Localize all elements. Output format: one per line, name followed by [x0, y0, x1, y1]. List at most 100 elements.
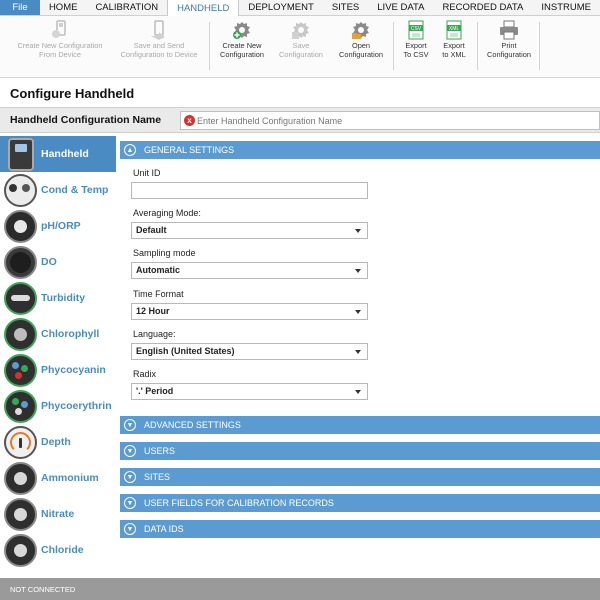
- create-new-config-button[interactable]: Create New Configuration: [214, 20, 270, 59]
- dropdown-arrow-icon: [355, 350, 361, 354]
- language-select[interactable]: English (United States): [131, 343, 368, 360]
- config-name-field: x: [180, 111, 600, 130]
- sidebar-item-ph-orp[interactable]: pH/ORP: [0, 208, 116, 244]
- chlorophyll-sensor-icon: [4, 318, 37, 351]
- time-format-select[interactable]: 12 Hour: [131, 303, 368, 320]
- averaging-mode-value: Default: [136, 225, 167, 235]
- unit-id-input[interactable]: [131, 182, 368, 199]
- sidebar-item-cond-temp[interactable]: Cond & Temp: [0, 172, 116, 208]
- nitrate-sensor-icon: [4, 498, 37, 531]
- phycocyanin-sensor-icon: [4, 354, 37, 387]
- sidebar-item-do[interactable]: DO: [0, 244, 116, 280]
- user-fields-title: USER FIELDS FOR CALIBRATION RECORDS: [144, 498, 334, 508]
- ribbon-separator: [539, 22, 540, 70]
- create-from-device-label: Create New Configuration From Device: [17, 41, 103, 59]
- radix-label: Radix: [133, 369, 157, 379]
- general-settings-title: GENERAL SETTINGS: [144, 145, 235, 155]
- sidebar-item-ammonium[interactable]: Ammonium: [0, 460, 116, 496]
- sites-header[interactable]: ▼ SITES: [120, 468, 600, 486]
- print-config-button[interactable]: Print Configuration: [482, 20, 536, 59]
- users-header[interactable]: ▼ USERS: [120, 442, 600, 460]
- averaging-mode-select[interactable]: Default: [131, 222, 368, 239]
- data-ids-header[interactable]: ▼ DATA IDS: [120, 520, 600, 538]
- menu-recorded-data[interactable]: RECORDED DATA: [433, 0, 532, 15]
- sensor-sidebar: Handheld Cond & Temp pH/ORP DO Turbidity…: [0, 136, 116, 576]
- menu-handheld[interactable]: HANDHELD: [167, 0, 240, 17]
- sampling-mode-label: Sampling mode: [133, 248, 196, 258]
- chevron-down-icon: ▼: [124, 471, 136, 483]
- chevron-up-icon: ▲: [124, 144, 136, 156]
- sidebar-item-label: DO: [41, 256, 57, 268]
- sidebar-item-label: Cond & Temp: [41, 184, 109, 196]
- chevron-down-icon: ▼: [124, 497, 136, 509]
- sidebar-item-depth[interactable]: Depth: [0, 424, 116, 460]
- config-name-label: Handheld Configuration Name: [10, 114, 162, 126]
- averaging-mode-label: Averaging Mode:: [133, 208, 201, 218]
- sampling-mode-select[interactable]: Automatic: [131, 262, 368, 279]
- export-xml-button[interactable]: XML Export to XML: [436, 20, 472, 59]
- general-settings-header[interactable]: ▲ GENERAL SETTINGS: [120, 141, 600, 159]
- open-config-label: Open Configuration: [339, 41, 383, 59]
- sidebar-item-chloride[interactable]: Chloride: [0, 532, 116, 568]
- sampling-mode-value: Automatic: [136, 265, 181, 275]
- radix-select[interactable]: '.' Period: [131, 383, 368, 400]
- user-fields-header[interactable]: ▼ USER FIELDS FOR CALIBRATION RECORDS: [120, 494, 600, 512]
- sidebar-item-turbidity[interactable]: Turbidity: [0, 280, 116, 316]
- create-from-device-icon: [52, 20, 66, 38]
- save-config-button[interactable]: Save Configuration: [274, 20, 328, 59]
- create-from-device-button[interactable]: Create New Configuration From Device: [8, 20, 112, 59]
- sidebar-item-label: Phycocyanin: [41, 364, 106, 376]
- save-config-icon: [292, 22, 309, 39]
- ammonium-sensor-icon: [4, 462, 37, 495]
- config-name-bar: Handheld Configuration Name x: [0, 107, 600, 133]
- printer-icon: [500, 20, 518, 40]
- data-ids-title: DATA IDS: [144, 524, 184, 534]
- sidebar-item-handheld[interactable]: Handheld: [0, 136, 116, 172]
- menu-calibration[interactable]: CALIBRATION: [86, 0, 167, 15]
- chevron-down-icon: ▼: [124, 445, 136, 457]
- menu-file[interactable]: File: [0, 0, 40, 15]
- sidebar-item-phycoerythrin[interactable]: Phycoerythrin: [0, 388, 116, 424]
- menu-live-data[interactable]: LIVE DATA: [368, 0, 433, 15]
- save-send-label: Save and Send Configuration to Device: [120, 41, 198, 59]
- depth-sensor-icon: [4, 426, 37, 459]
- ribbon-separator: [209, 22, 210, 70]
- export-csv-label: Export To CSV: [403, 41, 429, 59]
- sites-title: SITES: [144, 472, 171, 482]
- save-config-label: Save Configuration: [279, 41, 323, 59]
- sidebar-item-phycocyanin[interactable]: Phycocyanin: [0, 352, 116, 388]
- config-name-input[interactable]: [197, 113, 592, 128]
- sidebar-item-label: Chloride: [41, 544, 84, 556]
- sidebar-item-label: Nitrate: [41, 508, 75, 520]
- chevron-down-icon: ▼: [124, 523, 136, 535]
- users-title: USERS: [144, 446, 176, 456]
- save-send-button[interactable]: Save and Send Configuration to Device: [113, 20, 205, 59]
- language-value: English (United States): [136, 346, 235, 356]
- sidebar-item-chlorophyll[interactable]: Chlorophyll: [0, 316, 116, 352]
- ribbon-toolbar: Create New Configuration From Device Sav…: [0, 16, 600, 78]
- open-config-icon: [352, 22, 369, 39]
- dropdown-arrow-icon: [355, 390, 361, 394]
- sidebar-item-label: Handheld: [41, 148, 89, 160]
- menu-home[interactable]: HOME: [40, 0, 87, 15]
- export-csv-button[interactable]: CSV Export To CSV: [398, 20, 434, 59]
- advanced-settings-title: ADVANCED SETTINGS: [144, 420, 241, 430]
- dropdown-arrow-icon: [355, 229, 361, 233]
- menu-sites[interactable]: SITES: [323, 0, 368, 15]
- open-config-button[interactable]: Open Configuration: [334, 20, 388, 59]
- time-format-value: 12 Hour: [136, 306, 170, 316]
- page-title: Configure Handheld: [10, 86, 135, 101]
- ribbon-separator: [477, 22, 478, 70]
- advanced-settings-header[interactable]: ▼ ADVANCED SETTINGS: [120, 416, 600, 434]
- language-label: Language:: [133, 329, 176, 339]
- dropdown-arrow-icon: [355, 310, 361, 314]
- xml-file-icon: XML: [446, 20, 462, 40]
- sidebar-item-nitrate[interactable]: Nitrate: [0, 496, 116, 532]
- turbidity-sensor-icon: [4, 282, 37, 315]
- error-icon: x: [184, 115, 195, 126]
- general-settings-panel: Unit ID Averaging Mode: Default Sampling…: [120, 159, 600, 411]
- do-sensor-icon: [4, 246, 37, 279]
- menu-deployment[interactable]: DEPLOYMENT: [239, 0, 322, 15]
- menu-instruments[interactable]: INSTRUME: [532, 0, 600, 15]
- sidebar-item-label: Phycoerythrin: [41, 400, 112, 412]
